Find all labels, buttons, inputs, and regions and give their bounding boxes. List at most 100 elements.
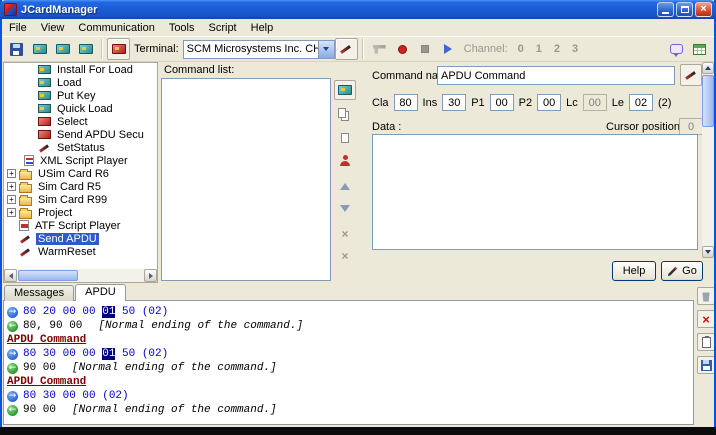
p2-input[interactable] <box>537 94 561 111</box>
log-sent-row: →80 30 00 00 (02) <box>4 389 693 403</box>
record-button[interactable] <box>391 38 414 60</box>
stop-button[interactable] <box>414 38 437 60</box>
tree-item[interactable]: Quick Load <box>4 102 157 115</box>
tree-item[interactable]: Send APDU Secu <box>4 128 157 141</box>
folder-icon <box>19 184 32 193</box>
expand-toggle[interactable]: + <box>7 169 16 178</box>
sent-arrow-icon: → <box>7 307 18 318</box>
menu-script[interactable]: Script <box>202 21 244 35</box>
arrow-up-icon <box>340 183 350 190</box>
ins-input[interactable] <box>442 94 466 111</box>
clear-log-button[interactable] <box>697 287 715 305</box>
card-icon <box>38 65 51 74</box>
channel-3[interactable]: 3 <box>572 43 578 55</box>
menu-file[interactable]: File <box>2 21 34 35</box>
move-up-button[interactable] <box>334 176 356 196</box>
delete-command-button[interactable]: × <box>334 224 356 244</box>
cla-input[interactable] <box>394 94 418 111</box>
scroll-left-button[interactable] <box>4 269 17 282</box>
maximize-icon <box>681 6 689 13</box>
command-name-input[interactable] <box>437 66 675 85</box>
menu-communication[interactable]: Communication <box>71 21 161 35</box>
delete-log-button[interactable]: × <box>697 310 715 328</box>
expand-toggle[interactable]: + <box>7 208 16 217</box>
tree-item[interactable]: Load <box>4 76 157 89</box>
arrow-up-icon <box>705 66 711 70</box>
disk-icon <box>10 43 23 56</box>
cla-label: Cla <box>372 97 389 109</box>
tree-item[interactable]: SetStatus <box>4 141 157 154</box>
tree-horizontal-scrollbar[interactable] <box>4 269 157 282</box>
clear-commands-button[interactable]: × <box>334 246 356 266</box>
card-icon <box>38 104 51 113</box>
tab-apdu[interactable]: APDU <box>75 284 126 301</box>
expand-toggle[interactable]: + <box>7 195 16 204</box>
p1-input[interactable] <box>490 94 514 111</box>
folder-icon <box>19 197 32 206</box>
edit-command-button[interactable] <box>680 64 702 86</box>
tree-item[interactable]: +Sim Card R5 <box>4 180 157 193</box>
card-tool-button-2[interactable] <box>51 38 74 60</box>
scroll-down-button[interactable] <box>702 246 714 258</box>
channel-1[interactable]: 1 <box>536 43 542 55</box>
connect-button[interactable] <box>335 38 358 60</box>
messages-button[interactable] <box>665 38 688 60</box>
tree-item-selected[interactable]: Send APDU <box>4 232 157 245</box>
channel-0[interactable]: 0 <box>518 43 524 55</box>
paste-command-button[interactable] <box>334 128 356 148</box>
inject-button[interactable] <box>368 38 391 60</box>
copy-command-button[interactable] <box>334 106 356 126</box>
scroll-thumb[interactable] <box>702 75 714 127</box>
card-tool-button-1[interactable] <box>28 38 51 60</box>
menu-help[interactable]: Help <box>244 21 281 35</box>
scroll-up-button[interactable] <box>702 62 714 74</box>
pen-icon <box>19 234 32 244</box>
pen-icon <box>19 247 32 257</box>
copy-log-button[interactable] <box>697 333 715 351</box>
help-button[interactable]: Help <box>612 261 656 281</box>
tree-item[interactable]: XML Script Player <box>4 154 157 167</box>
minimize-button[interactable] <box>657 2 674 17</box>
tree-item[interactable]: Install For Load <box>4 63 157 76</box>
log-grid-button[interactable] <box>688 38 711 60</box>
sheet-icon <box>341 133 349 143</box>
tree-item[interactable]: +USim Card R6 <box>4 167 157 180</box>
scroll-thumb[interactable] <box>18 270 78 281</box>
edit-icon <box>684 69 698 81</box>
move-down-button[interactable] <box>334 198 356 218</box>
combo-drop-button[interactable] <box>318 41 334 58</box>
trash-icon <box>702 291 711 302</box>
card-icon <box>33 44 47 54</box>
terminal-select[interactable]: SCM Microsystems Inc. CHIPDRIVE Se <box>183 40 335 59</box>
script-tree[interactable]: Install For Load Load Put Key Quick Load… <box>3 62 158 283</box>
maximize-button[interactable] <box>676 2 693 17</box>
expand-toggle[interactable]: + <box>7 182 16 191</box>
terminal-button[interactable] <box>107 38 130 60</box>
user-command-button[interactable] <box>334 150 356 170</box>
le-input[interactable] <box>629 94 653 111</box>
tree-item[interactable]: Put Key <box>4 89 157 102</box>
save-button[interactable] <box>5 38 28 60</box>
apdu-log[interactable]: →80 20 00 00 01 50 (02) ←80, 90 00[Norma… <box>3 300 694 425</box>
tree-item[interactable]: Select <box>4 115 157 128</box>
run-command-button[interactable] <box>334 80 356 100</box>
data-input[interactable] <box>372 134 698 250</box>
channel-2[interactable]: 2 <box>554 43 560 55</box>
card-tool-button-3[interactable] <box>74 38 97 60</box>
menu-view[interactable]: View <box>34 21 72 35</box>
go-button[interactable]: Go <box>661 261 703 281</box>
menu-tools[interactable]: Tools <box>162 21 202 35</box>
tree-item[interactable]: +Project <box>4 206 157 219</box>
close-button[interactable]: × <box>695 2 712 17</box>
received-arrow-icon: ← <box>7 363 18 374</box>
tree-item[interactable]: WarmReset <box>4 245 157 258</box>
command-list[interactable] <box>161 78 331 281</box>
play-button[interactable] <box>437 38 460 60</box>
save-log-button[interactable] <box>697 356 715 374</box>
tree-item[interactable]: +Sim Card R99 <box>4 193 157 206</box>
vertical-scrollbar[interactable] <box>702 62 714 258</box>
tab-messages[interactable]: Messages <box>4 285 74 301</box>
scroll-right-button[interactable] <box>144 269 157 282</box>
tree-item[interactable]: ATF Script Player <box>4 219 157 232</box>
titlebar[interactable]: JCardManager × <box>0 0 716 19</box>
